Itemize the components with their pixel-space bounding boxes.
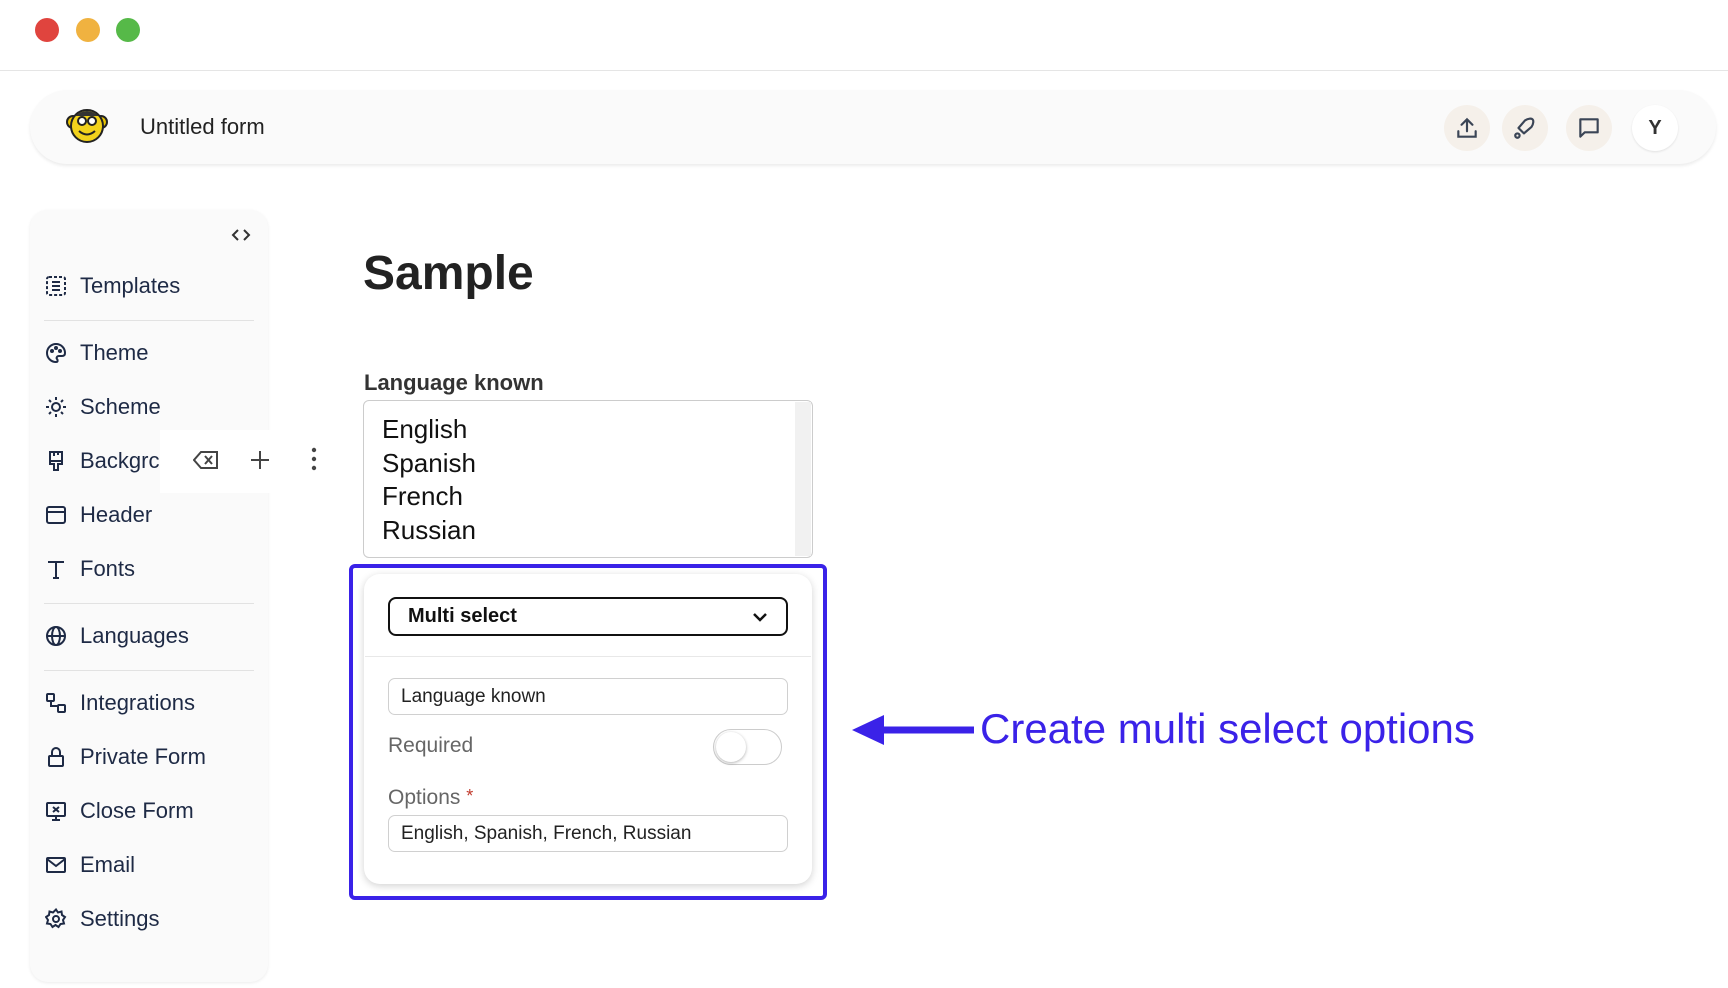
sidebar-item-label: Header <box>80 502 153 527</box>
option-spanish[interactable]: Spanish <box>382 447 794 481</box>
sidebar-item-templates[interactable]: Templates <box>44 268 180 304</box>
maximize-window-button[interactable] <box>116 18 140 42</box>
templates-icon <box>44 274 68 298</box>
rocket-icon <box>1514 117 1535 139</box>
more-options-icon[interactable] <box>310 447 318 471</box>
field-type-value: Multi select <box>408 605 517 627</box>
option-english[interactable]: English <box>382 413 794 447</box>
options-input[interactable]: English, Spanish, French, Russian <box>388 815 788 852</box>
field-type-select[interactable]: Multi select <box>388 597 788 636</box>
comments-button[interactable] <box>1566 105 1612 151</box>
required-mark: * <box>466 786 474 806</box>
lock-icon <box>44 745 68 769</box>
upload-icon <box>1457 117 1477 138</box>
palette-icon <box>44 341 68 365</box>
sidebar-item-label: Integrations <box>80 690 195 715</box>
options-label: Options * <box>388 786 473 810</box>
option-russian[interactable]: Russian <box>382 514 794 548</box>
sidebar-item-label: Fonts <box>80 556 136 581</box>
sidebar-item-integrations[interactable]: Integrations <box>44 685 195 721</box>
header-icon <box>44 503 68 527</box>
delete-icon[interactable] <box>193 450 219 470</box>
option-french[interactable]: French <box>382 480 794 514</box>
scrollbar[interactable] <box>795 402 811 556</box>
avatar[interactable]: Y <box>1632 105 1678 151</box>
divider <box>44 670 254 671</box>
field-label: Language known <box>364 370 544 395</box>
sidebar-item-background[interactable]: Backgrc <box>44 443 159 479</box>
sidebar-item-label: Scheme <box>80 394 161 419</box>
sidebar-item-label: Private Form <box>80 744 206 769</box>
mail-icon <box>44 853 68 877</box>
language-multiselect[interactable]: English Spanish French Russian <box>363 400 813 558</box>
field-label-input[interactable]: Language known <box>388 678 788 715</box>
sidebar-item-label: Email <box>80 852 136 877</box>
upload-button[interactable] <box>1444 105 1490 151</box>
chat-icon <box>1579 118 1599 138</box>
collapse-sidebar-icon[interactable] <box>230 227 252 243</box>
add-icon[interactable] <box>250 450 270 470</box>
sidebar-item-label: Close Form <box>80 798 194 823</box>
sidebar-item-label: Templates <box>80 273 181 298</box>
form-heading: Sample <box>363 247 534 300</box>
options-label-text: Options <box>388 786 461 809</box>
sidebar-item-label: Backgrc <box>80 448 160 473</box>
close-window-button[interactable] <box>35 18 59 42</box>
chevron-down-icon <box>753 612 767 622</box>
sidebar-item-header[interactable]: Header <box>44 497 152 533</box>
sidebar-item-email[interactable]: Email <box>44 847 135 883</box>
arrow-left-icon <box>852 715 974 745</box>
toggle-knob <box>716 732 746 762</box>
sidebar-item-close-form[interactable]: Close Form <box>44 793 194 829</box>
globe-icon <box>44 624 68 648</box>
sidebar-item-label: Settings <box>80 906 160 931</box>
sidebar-item-fonts[interactable]: Fonts <box>44 551 135 587</box>
annotation-text: Create multi select options <box>980 705 1475 752</box>
publish-button[interactable] <box>1502 105 1548 151</box>
divider <box>44 320 254 321</box>
required-label: Required <box>388 734 474 757</box>
gear-icon <box>44 907 68 931</box>
divider <box>0 70 1728 71</box>
close-form-icon <box>44 799 68 823</box>
sidebar-item-label: Theme <box>80 340 149 365</box>
type-icon <box>44 557 68 581</box>
brush-icon <box>44 449 68 473</box>
required-toggle[interactable] <box>713 729 782 765</box>
divider <box>44 603 254 604</box>
sidebar-item-scheme[interactable]: Scheme <box>44 389 161 425</box>
sidebar-item-label: Languages <box>80 623 189 648</box>
minimize-window-button[interactable] <box>76 18 100 42</box>
item-hover-toolbar <box>160 430 300 493</box>
monkey-logo-icon <box>66 109 108 143</box>
sidebar-item-languages[interactable]: Languages <box>44 618 189 654</box>
integrations-icon <box>44 691 68 715</box>
form-title[interactable]: Untitled form <box>140 114 265 140</box>
sidebar-item-private-form[interactable]: Private Form <box>44 739 206 775</box>
sidebar-item-theme[interactable]: Theme <box>44 335 148 371</box>
sun-moon-icon <box>44 395 68 419</box>
sidebar-item-settings[interactable]: Settings <box>44 901 160 937</box>
divider <box>365 656 811 657</box>
